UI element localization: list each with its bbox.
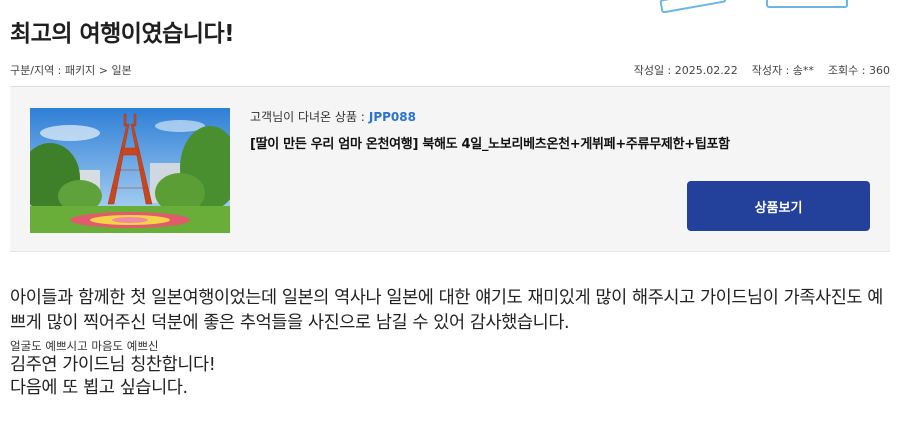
product-code[interactable]: JPP088 (369, 110, 416, 124)
view-product-button[interactable]: 상품보기 (687, 181, 870, 231)
product-card: 고객님이 다녀온 상품 : JPP088 [딸이 만든 우리 엄마 온천여행] 북… (10, 86, 890, 252)
review-line: 김주연 가이드님 칭찬합니다! (10, 355, 216, 375)
sapporo-tv-tower-photo (30, 108, 230, 233)
review-line: 다음에 또 뵙고 싶습니다. (10, 378, 188, 398)
post-author: 작성자 : 송** (751, 64, 814, 77)
post-meta: 구분/지역 : 패키지 > 일본 작성일 : 2025.02.22 작성자 : … (10, 62, 890, 78)
decorative-banner-shape (659, 0, 727, 14)
post-info: 작성일 : 2025.02.22 작성자 : 송** 조회수 : 360 (634, 62, 890, 78)
product-thumbnail[interactable] (30, 108, 230, 233)
review-small-text: 얼굴도 예쁘시고 마음도 예쁘신 (10, 339, 159, 353)
review-paragraph: 아이들과 함께한 첫 일본여행이었는데 일본의 역사나 일본에 대한 얘기도 재… (10, 288, 883, 333)
product-name[interactable]: [딸이 만든 우리 엄마 온천여행] 북해도 4일_노보리베츠온천+게뷔페+주류… (250, 133, 730, 152)
review-content: 아이들과 함께한 첫 일본여행이었는데 일본의 역사나 일본에 대한 얘기도 재… (10, 286, 890, 400)
page-title: 최고의 여행이였습니다! (10, 21, 235, 47)
view-count: 조회수 : 360 (827, 64, 890, 77)
decorative-banner-shape (766, 0, 848, 8)
product-label: 고객님이 다녀온 상품 : JPP088 (250, 108, 416, 125)
post-date: 작성일 : 2025.02.22 (633, 64, 738, 77)
category-path: 구분/지역 : 패키지 > 일본 (10, 64, 132, 77)
product-label-text: 고객님이 다녀온 상품 : (250, 110, 365, 124)
